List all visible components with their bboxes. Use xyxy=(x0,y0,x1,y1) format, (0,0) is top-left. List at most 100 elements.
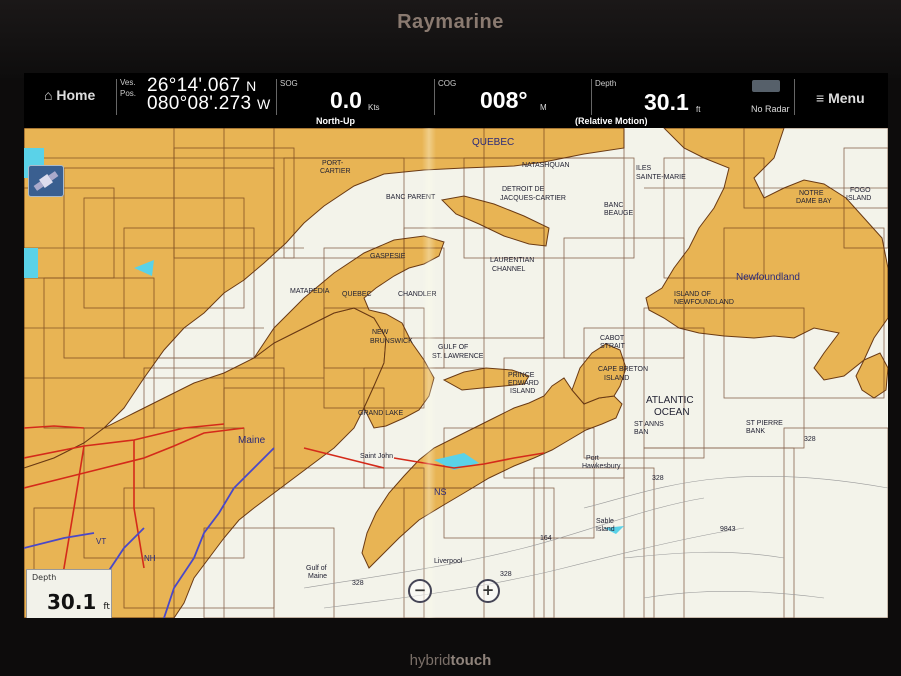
label-saint-john: Saint John xyxy=(360,453,393,460)
motion-mode[interactable]: (Relative Motion) xyxy=(575,116,648,126)
label-port-cartier: PORT- xyxy=(322,160,344,167)
label-grand-lake: GRAND LAKE xyxy=(358,410,403,417)
label-quebec: QUEBEC xyxy=(472,137,514,148)
depth-box-number: 30.1 xyxy=(47,590,97,614)
label-port-cartier-2: CARTIER xyxy=(320,168,351,175)
divider xyxy=(434,79,435,115)
label-port: Port xyxy=(586,455,599,462)
depth-databox[interactable]: Depth 30.1 ft xyxy=(26,569,112,618)
label-fogo-island: ISLAND xyxy=(846,195,871,202)
label-edward: EDWARD xyxy=(508,380,539,387)
divider xyxy=(116,79,117,115)
menu-label: Menu xyxy=(828,90,865,106)
label-beauge: BEAUGE xyxy=(604,210,634,217)
home-button[interactable]: ⌂ Home xyxy=(44,87,95,103)
sog-label: SOG xyxy=(280,79,298,88)
latitude-hemisphere: N xyxy=(246,78,257,94)
label-gulf-of: GULF OF xyxy=(438,344,468,351)
depth-box-unit: ft xyxy=(103,602,110,612)
label-brunswick: BRUNSWICK xyxy=(370,338,413,345)
label-st-lawrence: ST. LAWRENCE xyxy=(432,353,484,360)
label-ocean: OCEAN xyxy=(654,407,690,418)
depth-label: Depth xyxy=(595,79,617,88)
label-sainte-marie: SAINTE-MARIE xyxy=(636,174,686,181)
sog-value: 0.0 xyxy=(330,87,362,113)
label-new: NEW xyxy=(372,329,389,336)
label-notre: NOTRE xyxy=(799,190,824,197)
divider xyxy=(276,79,277,115)
longitude-hemisphere: W xyxy=(256,96,271,112)
label-strait: STRAIT xyxy=(600,343,626,350)
orientation-mode[interactable]: North-Up xyxy=(316,116,355,126)
label-st-pierre: ST PIERRE xyxy=(746,420,783,427)
gps-satellite-icon[interactable] xyxy=(28,165,64,197)
home-label: Home xyxy=(56,87,96,103)
menu-button[interactable]: ≡ Menu xyxy=(816,90,865,106)
depth-box-label: Depth xyxy=(32,573,57,582)
depth-box-value: 30.1 ft xyxy=(47,590,110,614)
label-depth-328b: 328 xyxy=(804,436,816,443)
longitude-value: 080°08'.273 xyxy=(147,93,252,114)
label-natashquan: NATASHQUAN xyxy=(522,162,570,169)
label-cape-breton-island: ISLAND xyxy=(604,375,629,382)
depth-unit: ft xyxy=(696,105,701,114)
label-cape-breton: CAPE BRETON xyxy=(598,366,648,373)
label-gulf-of-maine: Gulf of xyxy=(306,565,327,572)
label-depth-9843: 9843 xyxy=(720,526,736,533)
model-logo: hybridtouch xyxy=(0,652,901,669)
label-depth-328: 328 xyxy=(652,475,664,482)
zoom-in-icon[interactable]: + xyxy=(476,579,500,603)
model-suffix: touch xyxy=(450,652,492,669)
divider xyxy=(794,79,795,115)
gps-satellite-graphic xyxy=(33,171,59,191)
label-nh: NH xyxy=(144,554,156,563)
label-newfoundland: Newfoundland xyxy=(736,272,800,283)
label-st-anns: ST ANNS xyxy=(634,421,664,428)
model-prefix: hybrid xyxy=(409,652,451,669)
label-channel: CHANNEL xyxy=(492,266,526,273)
brand-logo: Raymarine xyxy=(397,11,504,33)
label-maine: Maine xyxy=(238,435,266,446)
label-pei-island: ISLAND xyxy=(510,388,535,395)
label-iles: ILES xyxy=(636,165,652,172)
label-liverpool: Liverpool xyxy=(434,558,463,565)
zoom-out-icon[interactable]: − xyxy=(408,579,432,603)
navigation-chart[interactable]: QUEBEC PORT- CARTIER NATASHQUAN ILES SAI… xyxy=(24,128,888,618)
radar-status[interactable]: No Radar xyxy=(751,104,790,114)
label-laurentian: LAURENTIAN xyxy=(490,257,534,264)
depth-value: 30.1 xyxy=(644,89,689,115)
home-icon: ⌂ xyxy=(44,87,53,103)
radar-icon[interactable] xyxy=(752,80,780,92)
label-island-of-2: NEWFOUNDLAND xyxy=(674,299,734,306)
label-sable-island: Island xyxy=(596,526,615,533)
screen-glare xyxy=(422,128,436,618)
sog-unit: Kts xyxy=(368,103,380,112)
menu-icon: ≡ xyxy=(816,90,825,106)
label-dame-bay: DAME BAY xyxy=(796,198,832,205)
data-bar: ⌂ Home Ves. Pos. 26°14'.067 N 080°08'.27… xyxy=(24,73,888,128)
cog-value: 008° xyxy=(480,87,528,113)
label-prince: PRINCE xyxy=(508,372,535,379)
chartplotter-screen: ⌂ Home Ves. Pos. 26°14'.067 N 080°08'.27… xyxy=(24,73,888,618)
label-depth-164: 164 xyxy=(540,535,552,542)
pos-label-top: Ves. xyxy=(120,78,136,87)
label-sable: Sable xyxy=(596,518,614,525)
longitude-readout: 080°08'.273 W xyxy=(147,93,270,115)
cog-label: COG xyxy=(438,79,457,88)
label-banc: BANC xyxy=(604,202,623,209)
label-matapedia: MATAPEDIA xyxy=(290,288,330,295)
label-island-of: ISLAND OF xyxy=(674,291,711,298)
label-vt: VT xyxy=(96,537,106,546)
label-hawkesbury: Hawkesbury xyxy=(582,463,621,470)
pos-label-bottom: Pos. xyxy=(120,89,137,98)
cog-unit: M xyxy=(540,103,547,112)
label-cabot: CABOT xyxy=(600,335,625,342)
label-jacques-cartier: JACQUES-CARTIER xyxy=(500,195,566,202)
divider xyxy=(591,79,592,115)
label-atlantic: ATLANTIC xyxy=(646,395,694,406)
label-gaspesie: GASPESIE xyxy=(370,253,406,260)
label-maine-2: Maine xyxy=(308,573,327,580)
label-st-pierre-bank: BANK xyxy=(746,428,765,435)
label-detroit: DETROIT DE xyxy=(502,186,545,193)
label-quebec-small: QUEBEC xyxy=(342,291,372,298)
